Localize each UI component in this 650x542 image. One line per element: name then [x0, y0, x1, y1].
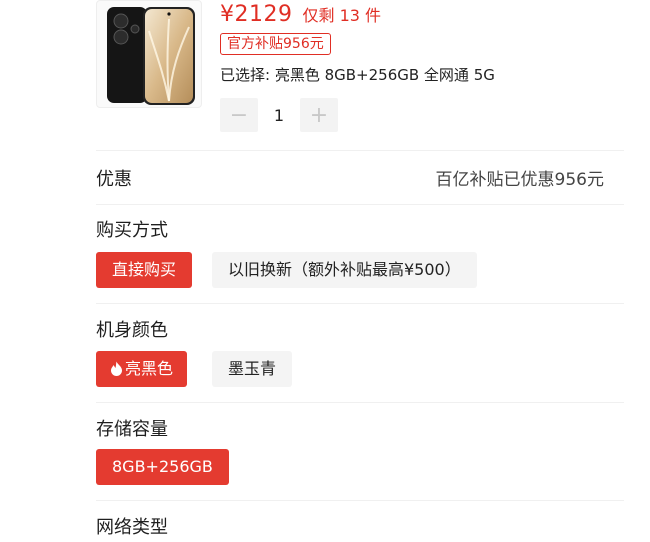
quantity-value[interactable]: 1: [258, 106, 300, 125]
option-color-black[interactable]: 亮黑色: [96, 351, 188, 389]
option-trade-in[interactable]: 以旧换新（额外补贴最高¥500）: [212, 252, 477, 288]
flame-icon: [110, 353, 123, 389]
option-direct-buy[interactable]: 直接购买: [96, 252, 193, 288]
price-row: ¥2129 仅剩 13 件: [220, 2, 381, 27]
purchase-method-label: 购买方式: [96, 220, 168, 241]
divider: [96, 402, 624, 403]
divider: [96, 500, 624, 501]
stock-text: 仅剩 13 件: [302, 6, 382, 25]
price: ¥2129: [220, 2, 293, 27]
promo-label: 优惠: [96, 169, 132, 190]
product-image[interactable]: [96, 0, 202, 108]
increase-button[interactable]: +: [300, 98, 338, 132]
quantity-stepper: − 1 +: [220, 98, 338, 132]
option-storage-8-256[interactable]: 8GB+256GB: [96, 449, 229, 485]
phone-image: [107, 7, 195, 105]
option-color-black-label: 亮黑色: [125, 359, 174, 378]
storage-label: 存储容量: [96, 419, 168, 440]
divider: [96, 204, 624, 205]
subsidy-badge: 官方补贴956元: [220, 33, 331, 55]
selected-variant-text: 已选择: 亮黑色 8GB+256GB 全网通 5G: [220, 66, 495, 84]
color-label: 机身颜色: [96, 320, 168, 341]
network-label: 网络类型: [96, 517, 168, 538]
divider: [96, 303, 624, 304]
decrease-button[interactable]: −: [220, 98, 258, 132]
promo-value[interactable]: 百亿补贴已优惠956元: [436, 165, 604, 190]
divider: [96, 150, 624, 151]
option-color-jade[interactable]: 墨玉青: [212, 351, 293, 387]
